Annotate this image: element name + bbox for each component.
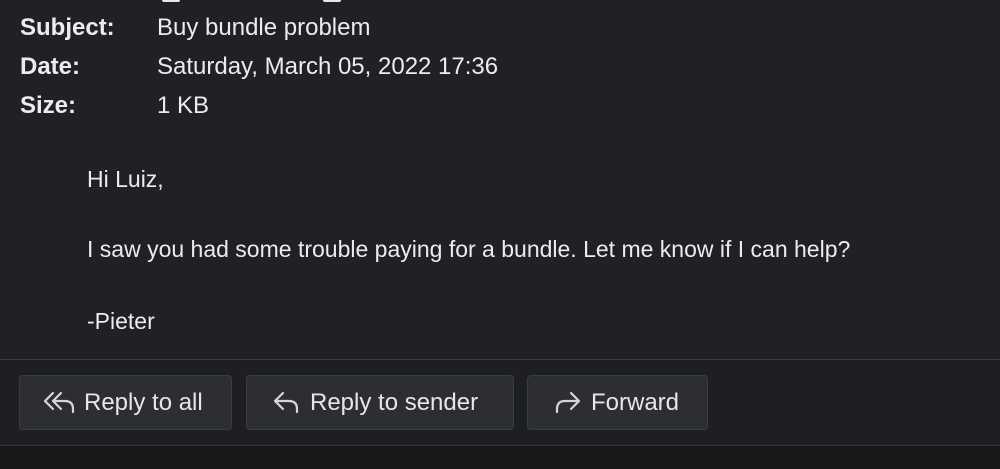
message-signature: -Pieter — [87, 308, 155, 334]
clipped-text-fragment — [323, 0, 341, 2]
reply-sender-label: Reply to sender — [310, 389, 479, 416]
date-label: Date: — [20, 53, 81, 80]
size-label: Size: — [20, 92, 77, 119]
forward-label: Forward — [591, 389, 680, 416]
date-value: Saturday, March 05, 2022 17:36 — [157, 53, 499, 80]
size-value: 1 KB — [157, 92, 210, 119]
forward-button[interactable]: Forward — [527, 375, 708, 430]
reply-all-button[interactable]: Reply to all — [19, 375, 232, 430]
message-body: I saw you had some trouble paying for a … — [87, 236, 851, 262]
reply-icon — [273, 391, 299, 414]
subject-value: Buy bundle problem — [157, 14, 371, 41]
footer-band — [0, 445, 1000, 469]
reply-all-label: Reply to all — [84, 389, 203, 416]
message-greeting: Hi Luiz, — [87, 166, 164, 192]
forward-icon — [555, 391, 581, 414]
reply-all-icon — [43, 391, 75, 414]
subject-label: Subject: — [20, 14, 115, 41]
reply-sender-button[interactable]: Reply to sender — [246, 375, 514, 430]
clipped-text-fragment — [162, 0, 180, 2]
